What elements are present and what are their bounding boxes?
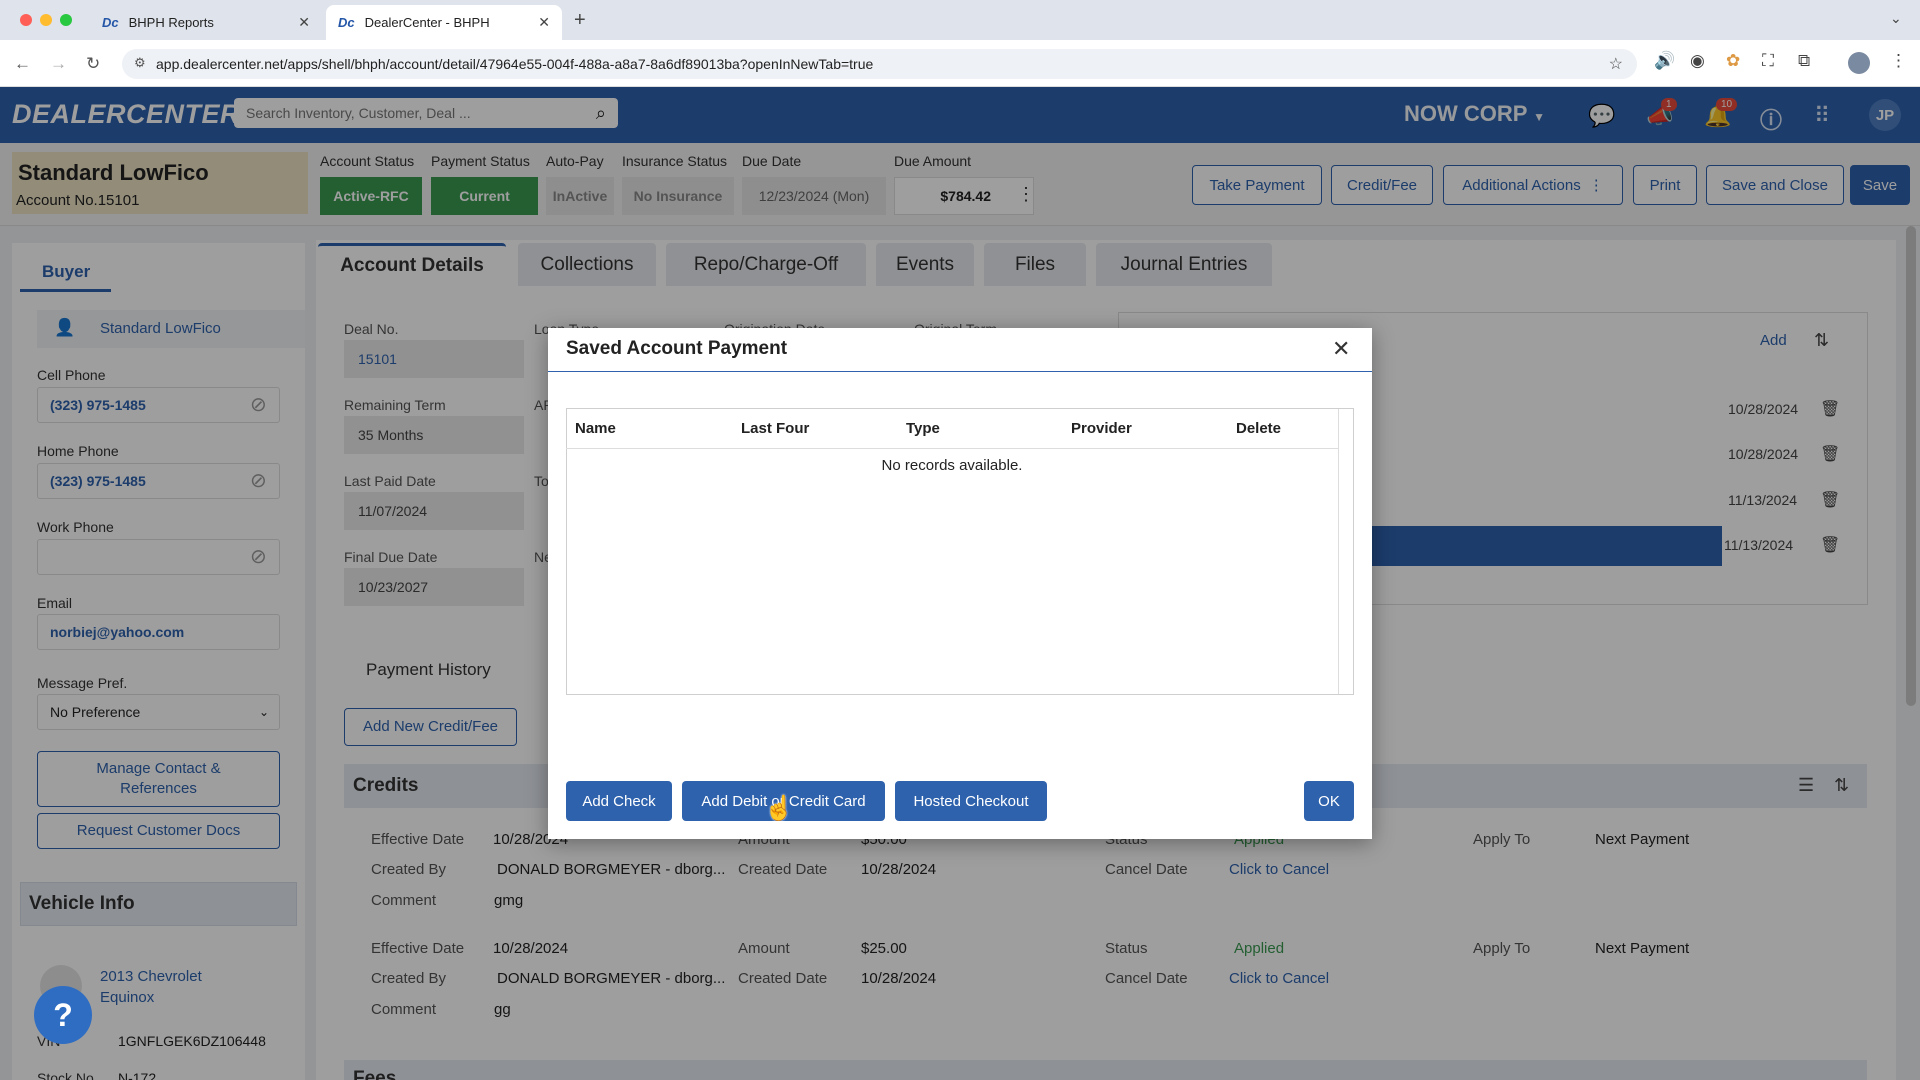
bookmark-star-icon[interactable]: ☆ [1609,54,1623,74]
tab-title: DealerCenter - BHPH [364,15,490,30]
url-text: app.dealercenter.net/apps/shell/bhph/acc… [156,56,874,72]
back-icon[interactable]: ← [14,54,31,74]
dialog-title-divider [548,371,1372,372]
hosted-checkout-button[interactable]: Hosted Checkout [895,781,1047,821]
minimize-window-icon[interactable] [40,14,52,26]
site-info-icon[interactable]: ⚙ [134,55,146,71]
close-tab-icon[interactable]: ✕ [298,14,310,31]
extension-icon[interactable]: ◉ [1690,51,1705,71]
browser-tab-reports[interactable]: Dc BHPH Reports ✕ [90,5,322,40]
dealercenter-favicon-icon: Dc [102,15,119,30]
maximize-window-icon[interactable] [60,14,72,26]
help-button[interactable]: ? [34,986,92,1044]
column-header-delete[interactable]: Delete [1236,420,1281,437]
column-header-name[interactable]: Name [575,420,616,437]
close-window-icon[interactable] [20,14,32,26]
dealercenter-favicon-icon: Dc [338,15,355,30]
column-header-last-four[interactable]: Last Four [741,420,809,437]
column-header-provider[interactable]: Provider [1071,420,1132,437]
extensions-puzzle-icon[interactable]: ⧉ [1798,51,1810,71]
add-check-button[interactable]: Add Check [566,781,672,821]
address-bar[interactable]: ⚙ app.dealercenter.net/apps/shell/bhph/a… [122,49,1637,79]
screen-capture-icon[interactable]: ⛶ [1762,51,1774,71]
profile-avatar-icon[interactable] [1848,52,1870,74]
payment-methods-grid [566,408,1354,695]
close-icon[interactable]: ✕ [1332,336,1350,362]
hand-cursor-icon: ☝ [764,795,794,822]
grid-scrollbar[interactable] [1338,409,1353,694]
tab-list-chevron-icon[interactable]: ⌄ [1890,10,1902,27]
column-header-type[interactable]: Type [906,420,940,437]
empty-grid-message: No records available. [881,457,1023,474]
forward-icon[interactable]: → [50,54,67,74]
color-extension-icon[interactable]: ✿ [1726,51,1740,71]
reload-icon[interactable]: ↻ [86,54,100,74]
new-tab-icon[interactable]: + [574,9,586,32]
grid-header-divider [566,448,1338,449]
tab-title: BHPH Reports [128,15,214,30]
dialog-title: Saved Account Payment [566,338,788,359]
close-tab-icon[interactable]: ✕ [538,14,550,31]
browser-menu-icon[interactable]: ⋮ [1890,51,1907,71]
ok-button[interactable]: OK [1304,781,1354,821]
volume-icon[interactable]: 🔊 [1654,51,1675,71]
browser-tab-bhph[interactable]: Dc DealerCenter - BHPH ✕ [326,5,562,40]
